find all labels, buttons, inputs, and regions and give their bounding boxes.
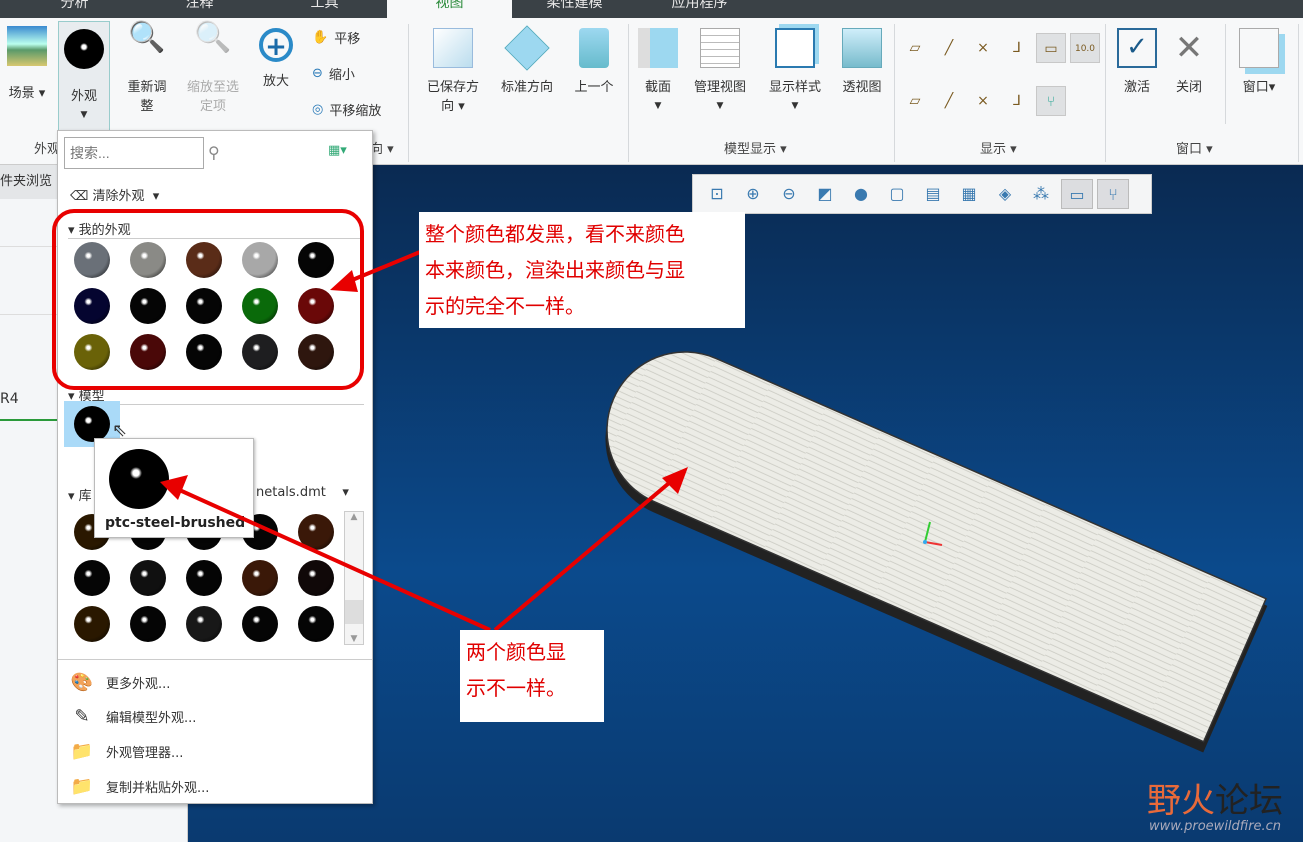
arrow-to-my-appearances (344, 250, 421, 285)
highlight-box (52, 209, 364, 390)
callout-bottom: 两个颜色显 示不一样。 (460, 630, 604, 722)
annotation-overlay (52, 209, 688, 632)
arrow-to-model (493, 476, 677, 632)
arrow-to-tooltip (174, 486, 491, 632)
callout-top: 整个颜色都发黑，看不来颜色 本来颜色，渲染出来颜色与显 示的完全不一样。 (419, 212, 745, 328)
